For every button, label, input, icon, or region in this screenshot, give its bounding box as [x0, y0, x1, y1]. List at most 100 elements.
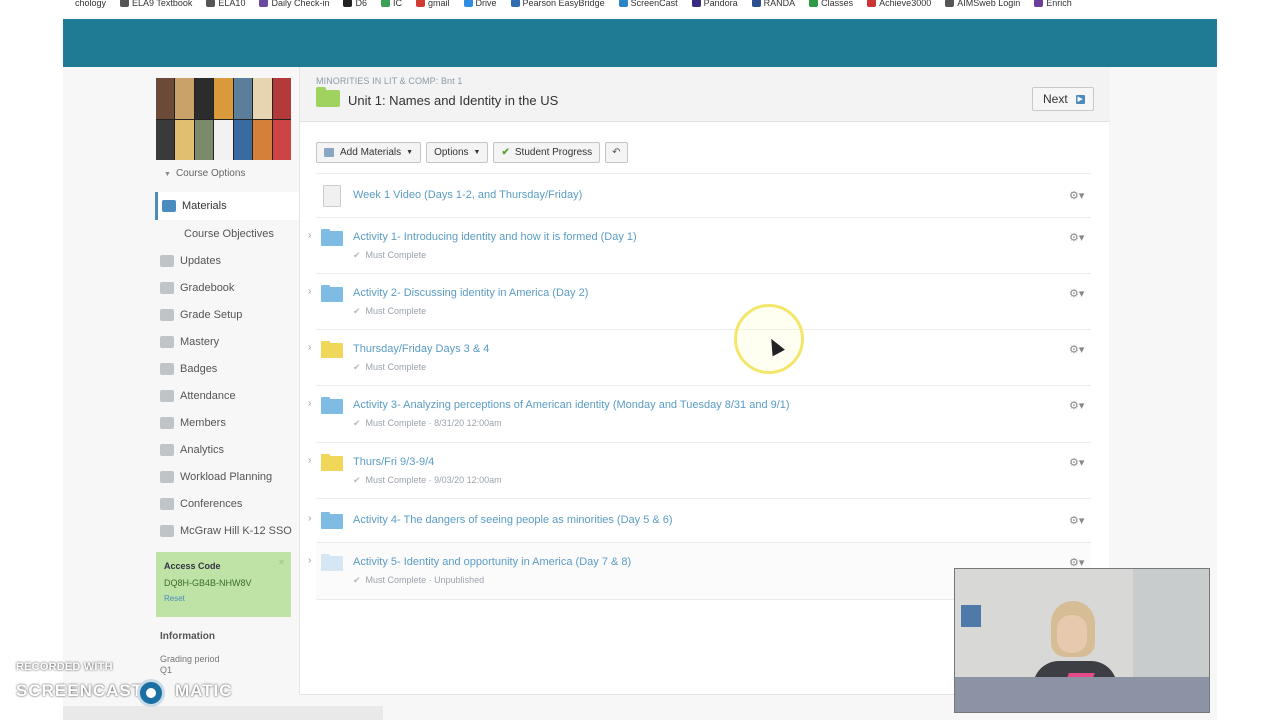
grading-period-value: Q1: [160, 665, 173, 675]
bookmark-item[interactable]: Drive: [463, 0, 497, 8]
sidebar-item-members[interactable]: Members: [156, 409, 299, 436]
sidebar-item-label: Updates: [180, 254, 221, 267]
material-row[interactable]: › Activity 3- Analyzing perceptions of Am…: [308, 386, 1091, 443]
material-title-link[interactable]: Week 1 Video (Days 1-2, and Thursday/Fri…: [353, 189, 582, 201]
bookmark-item[interactable]: chology: [63, 0, 106, 8]
expand-chevron-icon[interactable]: ›: [308, 513, 311, 524]
bookmark-icon: [618, 0, 628, 7]
student-progress-button[interactable]: ✔ Student Progress: [493, 142, 601, 163]
expand-chevron-icon[interactable]: ›: [308, 455, 311, 466]
bookmark-item[interactable]: Achieve3000: [867, 0, 931, 8]
bookmark-item[interactable]: Pandora: [691, 0, 738, 8]
attendance-icon: [160, 389, 174, 402]
left-gutter: [0, 0, 63, 720]
sidebar-item-label: Course Objectives: [184, 227, 274, 240]
analytics-icon: [160, 443, 174, 456]
sidebar-item-label: Workload Planning: [180, 470, 273, 483]
sidebar-item-materials[interactable]: Materials: [155, 192, 299, 220]
sidebar-item-gradebook[interactable]: Gradebook: [156, 274, 299, 301]
material-title-link[interactable]: Activity 3- Analyzing perceptions of Ame…: [353, 399, 790, 411]
sidebar-item-attendance[interactable]: Attendance: [156, 382, 299, 409]
gear-icon[interactable]: ⚙▾: [1069, 287, 1084, 300]
material-title-link[interactable]: Thurs/Fri 9/3-9/4: [353, 456, 434, 468]
material-row[interactable]: › Activity 2- Discussing identity in Amer…: [308, 274, 1091, 330]
sidebar-item-course-objectives[interactable]: Course Objectives: [156, 220, 299, 247]
bookmark-item[interactable]: RANDA: [751, 0, 795, 8]
checkmark-icon: ✔: [353, 306, 361, 316]
bookmark-icon: [945, 0, 955, 7]
material-title-link[interactable]: Activity 5- Identity and opportunity in …: [353, 556, 631, 568]
bookmark-icon: [510, 0, 520, 7]
gear-icon[interactable]: ⚙▾: [1069, 231, 1084, 244]
expand-chevron-icon[interactable]: ›: [308, 398, 311, 409]
sidebar-item-mastery[interactable]: Mastery: [156, 328, 299, 355]
caret-down-icon: ▼: [164, 171, 171, 178]
gear-icon[interactable]: ⚙▾: [1069, 189, 1084, 202]
course-options-button[interactable]: ▼ Course Options: [164, 168, 299, 184]
bookmark-item[interactable]: AIMSweb Login: [945, 0, 1020, 8]
mastery-icon: [160, 335, 174, 348]
bookmark-item[interactable]: Enrich: [1034, 0, 1072, 8]
expand-chevron-icon[interactable]: ›: [308, 286, 311, 297]
mcgraw-hill-icon: [160, 524, 174, 537]
gear-icon[interactable]: ⚙▾: [1069, 456, 1084, 469]
gear-icon[interactable]: ⚙▾: [1069, 343, 1084, 356]
bookmark-item[interactable]: IC: [381, 0, 402, 8]
bookmark-item[interactable]: Pearson EasyBridge: [510, 0, 605, 8]
bookmark-item[interactable]: ScreenCast: [618, 0, 678, 8]
expand-chevron-icon[interactable]: ›: [308, 555, 311, 566]
bookmark-icon: [691, 0, 701, 7]
next-button[interactable]: Next ▶: [1032, 87, 1094, 111]
bookmark-item[interactable]: ELA10: [206, 0, 245, 8]
book-cover-tile: [253, 78, 272, 119]
material-row[interactable]: › Thursday/Friday Days 3 & 4 ✔ Must Complet…: [308, 330, 1091, 386]
material-title-link[interactable]: Activity 2- Discussing identity in Ameri…: [353, 287, 588, 299]
options-button[interactable]: Options ▼: [426, 142, 489, 163]
access-code-reset-link[interactable]: Reset: [164, 594, 283, 603]
close-icon[interactable]: ✕: [278, 558, 285, 567]
folder-icon: [321, 285, 343, 302]
bookmark-icon: [1034, 0, 1044, 7]
sidebar-item-grade-setup[interactable]: Grade Setup: [156, 301, 299, 328]
sidebar-item-label: Grade Setup: [180, 308, 243, 321]
material-title-link[interactable]: Activity 4- The dangers of seeing people…: [353, 514, 673, 526]
sidebar-item-updates[interactable]: Updates: [156, 247, 299, 274]
book-cover-tile: [233, 119, 253, 160]
expand-chevron-icon[interactable]: ›: [308, 230, 311, 241]
gear-icon[interactable]: ⚙▾: [1069, 399, 1084, 412]
breadcrumb[interactable]: MINORITIES IN LIT & COMP: Bnt 1: [316, 76, 462, 86]
material-title-link[interactable]: Thursday/Friday Days 3 & 4: [353, 343, 489, 355]
add-materials-button[interactable]: Add Materials ▼: [316, 142, 422, 163]
bookmark-item[interactable]: D6: [343, 0, 367, 8]
sidebar-item-conferences[interactable]: Conferences: [156, 490, 299, 517]
expand-chevron-icon[interactable]: ›: [308, 342, 311, 353]
sidebar-item-label: Mastery: [180, 335, 220, 348]
sidebar-item-badges[interactable]: Badges: [156, 355, 299, 382]
material-title-link[interactable]: Activity 1- Introducing identity and how…: [353, 231, 637, 243]
screencast-ring-icon: [137, 679, 165, 707]
material-meta: ✔ Must Complete · 8/31/20 12:00am: [353, 418, 502, 428]
bookmark-item[interactable]: gmail: [416, 0, 450, 8]
sidebar-item-label: Members: [180, 416, 226, 429]
bookmark-item[interactable]: Daily Check-in: [259, 0, 329, 8]
material-row[interactable]: Week 1 Video (Days 1-2, and Thursday/Fri…: [316, 174, 1091, 218]
caret-down-icon: ▼: [406, 149, 414, 156]
material-row[interactable]: › Activity 4- The dangers of seeing peopl…: [308, 499, 1091, 543]
course-image[interactable]: [156, 78, 291, 160]
bookmark-item[interactable]: Classes: [809, 0, 853, 8]
material-row[interactable]: › Thurs/Fri 9/3-9/4 ✔ Must Complete · 9/03/…: [308, 443, 1091, 499]
bookmark-icon: [206, 0, 216, 7]
sidebar-item-workload-planning[interactable]: Workload Planning: [156, 463, 299, 490]
material-row[interactable]: › Activity 1- Introducing identity and ho…: [308, 218, 1091, 274]
checkmark-icon: ✔: [501, 147, 510, 158]
add-materials-icon: [324, 148, 334, 157]
bookmark-icon: [343, 0, 353, 7]
course-sidebar: ▼ Course Options Materials Course Objectiv…: [155, 78, 299, 676]
bookmark-item[interactable]: ELA9 Textbook: [120, 0, 192, 8]
undo-button[interactable]: ↶: [605, 142, 628, 163]
sidebar-item-mcgraw-hill-k-12-sso[interactable]: McGraw Hill K-12 SSO: [156, 517, 299, 544]
gear-icon[interactable]: ⚙▾: [1069, 514, 1084, 527]
workload-icon: [160, 470, 174, 483]
sidebar-item-analytics[interactable]: Analytics: [156, 436, 299, 463]
caret-down-icon: ▼: [473, 149, 481, 156]
